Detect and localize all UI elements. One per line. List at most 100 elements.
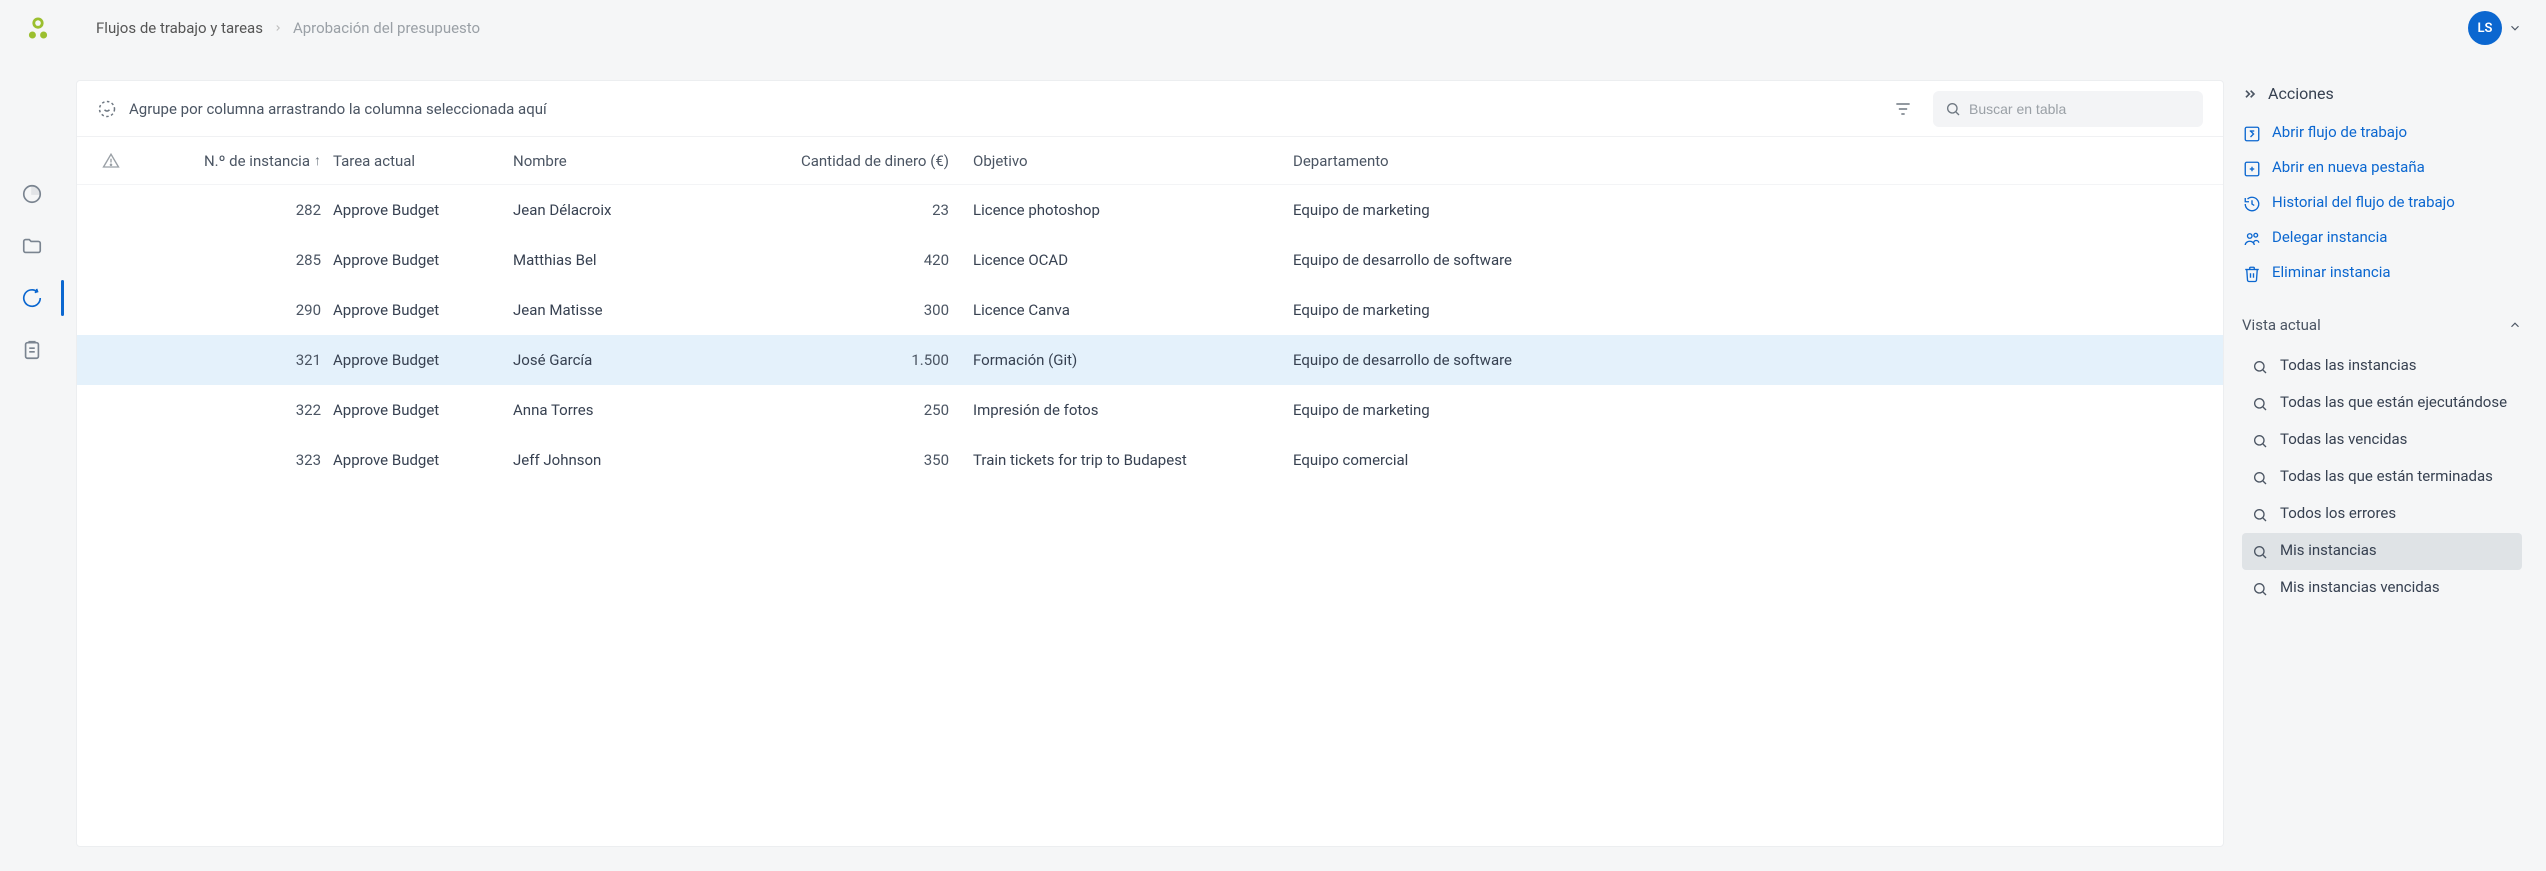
cell-amount: 250 xyxy=(743,401,973,419)
column-goal[interactable]: Objetivo xyxy=(973,152,1293,170)
view-item[interactable]: Todas las que están terminadas xyxy=(2242,459,2522,496)
main: Agrupe por columna arrastrando la column… xyxy=(64,56,2546,871)
search-box[interactable] xyxy=(1933,91,2203,127)
cell-amount: 300 xyxy=(743,301,973,319)
cell-name: José García xyxy=(513,351,743,369)
chevron-right-icon xyxy=(273,23,283,33)
magnifier-icon xyxy=(2250,468,2270,488)
cell-instance-no: 290 xyxy=(133,301,333,319)
cell-instance-no: 322 xyxy=(133,401,333,419)
view-item[interactable]: Mis instancias xyxy=(2242,533,2522,570)
nav-folders[interactable] xyxy=(20,234,44,258)
action-label: Historial del flujo de trabajo xyxy=(2272,193,2455,213)
view-item[interactable]: Mis instancias vencidas xyxy=(2242,570,2522,607)
right-panel: Acciones Abrir flujo de trabajo Abrir en… xyxy=(2242,80,2522,847)
views-list: Todas las instancias Todas las que están… xyxy=(2242,348,2522,607)
cell-task: Approve Budget xyxy=(333,451,513,469)
cell-name: Jeff Johnson xyxy=(513,451,743,469)
cell-amount: 23 xyxy=(743,201,973,219)
table-header: N.º de instancia ↑ Tarea actual Nombre C… xyxy=(77,137,2223,185)
view-item[interactable]: Todas las que están ejecutándose xyxy=(2242,385,2522,422)
action-label: Abrir flujo de trabajo xyxy=(2272,123,2407,143)
column-amount[interactable]: Cantidad de dinero (€) xyxy=(743,152,973,170)
expand-panel-icon[interactable] xyxy=(2242,86,2258,102)
column-instance-no[interactable]: N.º de instancia ↑ xyxy=(133,152,333,170)
table-row[interactable]: 285 Approve Budget Matthias Bel 420 Lice… xyxy=(77,235,2223,285)
nav-tasks[interactable] xyxy=(20,338,44,362)
group-hint-text: Agrupe por columna arrastrando la column… xyxy=(129,100,547,118)
table-row[interactable]: 290 Approve Budget Jean Matisse 300 Lice… xyxy=(77,285,2223,335)
delegate-icon xyxy=(2242,229,2262,249)
action-item[interactable]: Abrir en nueva pestaña xyxy=(2242,158,2522,179)
view-label: Todas las que están ejecutándose xyxy=(2280,393,2507,412)
column-warning-icon[interactable] xyxy=(89,152,133,170)
views-header[interactable]: Vista actual xyxy=(2242,316,2522,334)
cell-department: Equipo de marketing xyxy=(1293,201,2211,219)
view-item[interactable]: Todos los errores xyxy=(2242,496,2522,533)
table-row[interactable]: 321 Approve Budget José García 1.500 For… xyxy=(77,335,2223,385)
app-logo[interactable] xyxy=(24,14,52,42)
user-menu[interactable]: LS xyxy=(2468,11,2522,45)
chevron-down-icon xyxy=(2508,21,2522,35)
action-item[interactable]: Delegar instancia xyxy=(2242,228,2522,249)
cell-instance-no: 282 xyxy=(133,201,333,219)
actions-title: Acciones xyxy=(2268,84,2334,103)
column-name[interactable]: Nombre xyxy=(513,152,743,170)
avatar: LS xyxy=(2468,11,2502,45)
cell-department: Equipo de marketing xyxy=(1293,401,2211,419)
left-nav-rail xyxy=(0,56,64,871)
cell-goal: Licence photoshop xyxy=(973,201,1293,219)
body: Agrupe por columna arrastrando la column… xyxy=(0,56,2546,871)
view-label: Todas las vencidas xyxy=(2280,430,2407,449)
cell-task: Approve Budget xyxy=(333,301,513,319)
magnifier-icon xyxy=(2250,542,2270,562)
view-label: Todas las que están terminadas xyxy=(2280,467,2493,486)
views-title: Vista actual xyxy=(2242,316,2321,334)
cell-goal: Licence OCAD xyxy=(973,251,1293,269)
search-input[interactable] xyxy=(1969,101,2191,117)
action-item[interactable]: Eliminar instancia xyxy=(2242,263,2522,284)
cell-name: Matthias Bel xyxy=(513,251,743,269)
table-row[interactable]: 323 Approve Budget Jeff Johnson 350 Trai… xyxy=(77,435,2223,485)
table-row[interactable]: 322 Approve Budget Anna Torres 250 Impre… xyxy=(77,385,2223,435)
action-label: Eliminar instancia xyxy=(2272,263,2391,283)
cell-name: Anna Torres xyxy=(513,401,743,419)
filter-columns-icon[interactable] xyxy=(1893,99,1913,119)
actions-list: Abrir flujo de trabajo Abrir en nueva pe… xyxy=(2242,123,2522,284)
new-tab-icon xyxy=(2242,159,2262,179)
cell-department: Equipo de desarrollo de software xyxy=(1293,251,2211,269)
magnifier-icon xyxy=(2250,394,2270,414)
table-row[interactable]: 282 Approve Budget Jean Délacroix 23 Lic… xyxy=(77,185,2223,235)
header: Flujos de trabajo y tareas Aprobación de… xyxy=(0,0,2546,56)
cell-instance-no: 323 xyxy=(133,451,333,469)
nav-workflows[interactable] xyxy=(20,286,44,310)
column-department[interactable]: Departamento xyxy=(1293,152,2211,170)
cell-name: Jean Matisse xyxy=(513,301,743,319)
nav-dashboard[interactable] xyxy=(20,182,44,206)
cell-task: Approve Budget xyxy=(333,201,513,219)
cell-department: Equipo de marketing xyxy=(1293,301,2211,319)
actions-header[interactable]: Acciones xyxy=(2242,84,2522,103)
chevron-up-icon xyxy=(2508,318,2522,332)
table-toolbar: Agrupe por columna arrastrando la column… xyxy=(77,81,2223,137)
view-item[interactable]: Todas las instancias xyxy=(2242,348,2522,385)
breadcrumb-root[interactable]: Flujos de trabajo y tareas xyxy=(96,19,263,37)
view-label: Mis instancias vencidas xyxy=(2280,578,2440,597)
action-label: Delegar instancia xyxy=(2272,228,2387,248)
cell-instance-no: 285 xyxy=(133,251,333,269)
cell-amount: 1.500 xyxy=(743,351,973,369)
table-body: 282 Approve Budget Jean Délacroix 23 Lic… xyxy=(77,185,2223,485)
view-label: Todos los errores xyxy=(2280,504,2396,523)
view-item[interactable]: Todas las vencidas xyxy=(2242,422,2522,459)
cell-goal: Train tickets for trip to Budapest xyxy=(973,451,1293,469)
cell-name: Jean Délacroix xyxy=(513,201,743,219)
history-icon xyxy=(2242,194,2262,214)
magnifier-icon xyxy=(2250,505,2270,525)
magnifier-icon xyxy=(2250,579,2270,599)
column-task[interactable]: Tarea actual xyxy=(333,152,513,170)
cell-department: Equipo de desarrollo de software xyxy=(1293,351,2211,369)
open-workflow-icon xyxy=(2242,124,2262,144)
action-item[interactable]: Historial del flujo de trabajo xyxy=(2242,193,2522,214)
action-item[interactable]: Abrir flujo de trabajo xyxy=(2242,123,2522,144)
sort-ascending-icon: ↑ xyxy=(314,152,321,169)
